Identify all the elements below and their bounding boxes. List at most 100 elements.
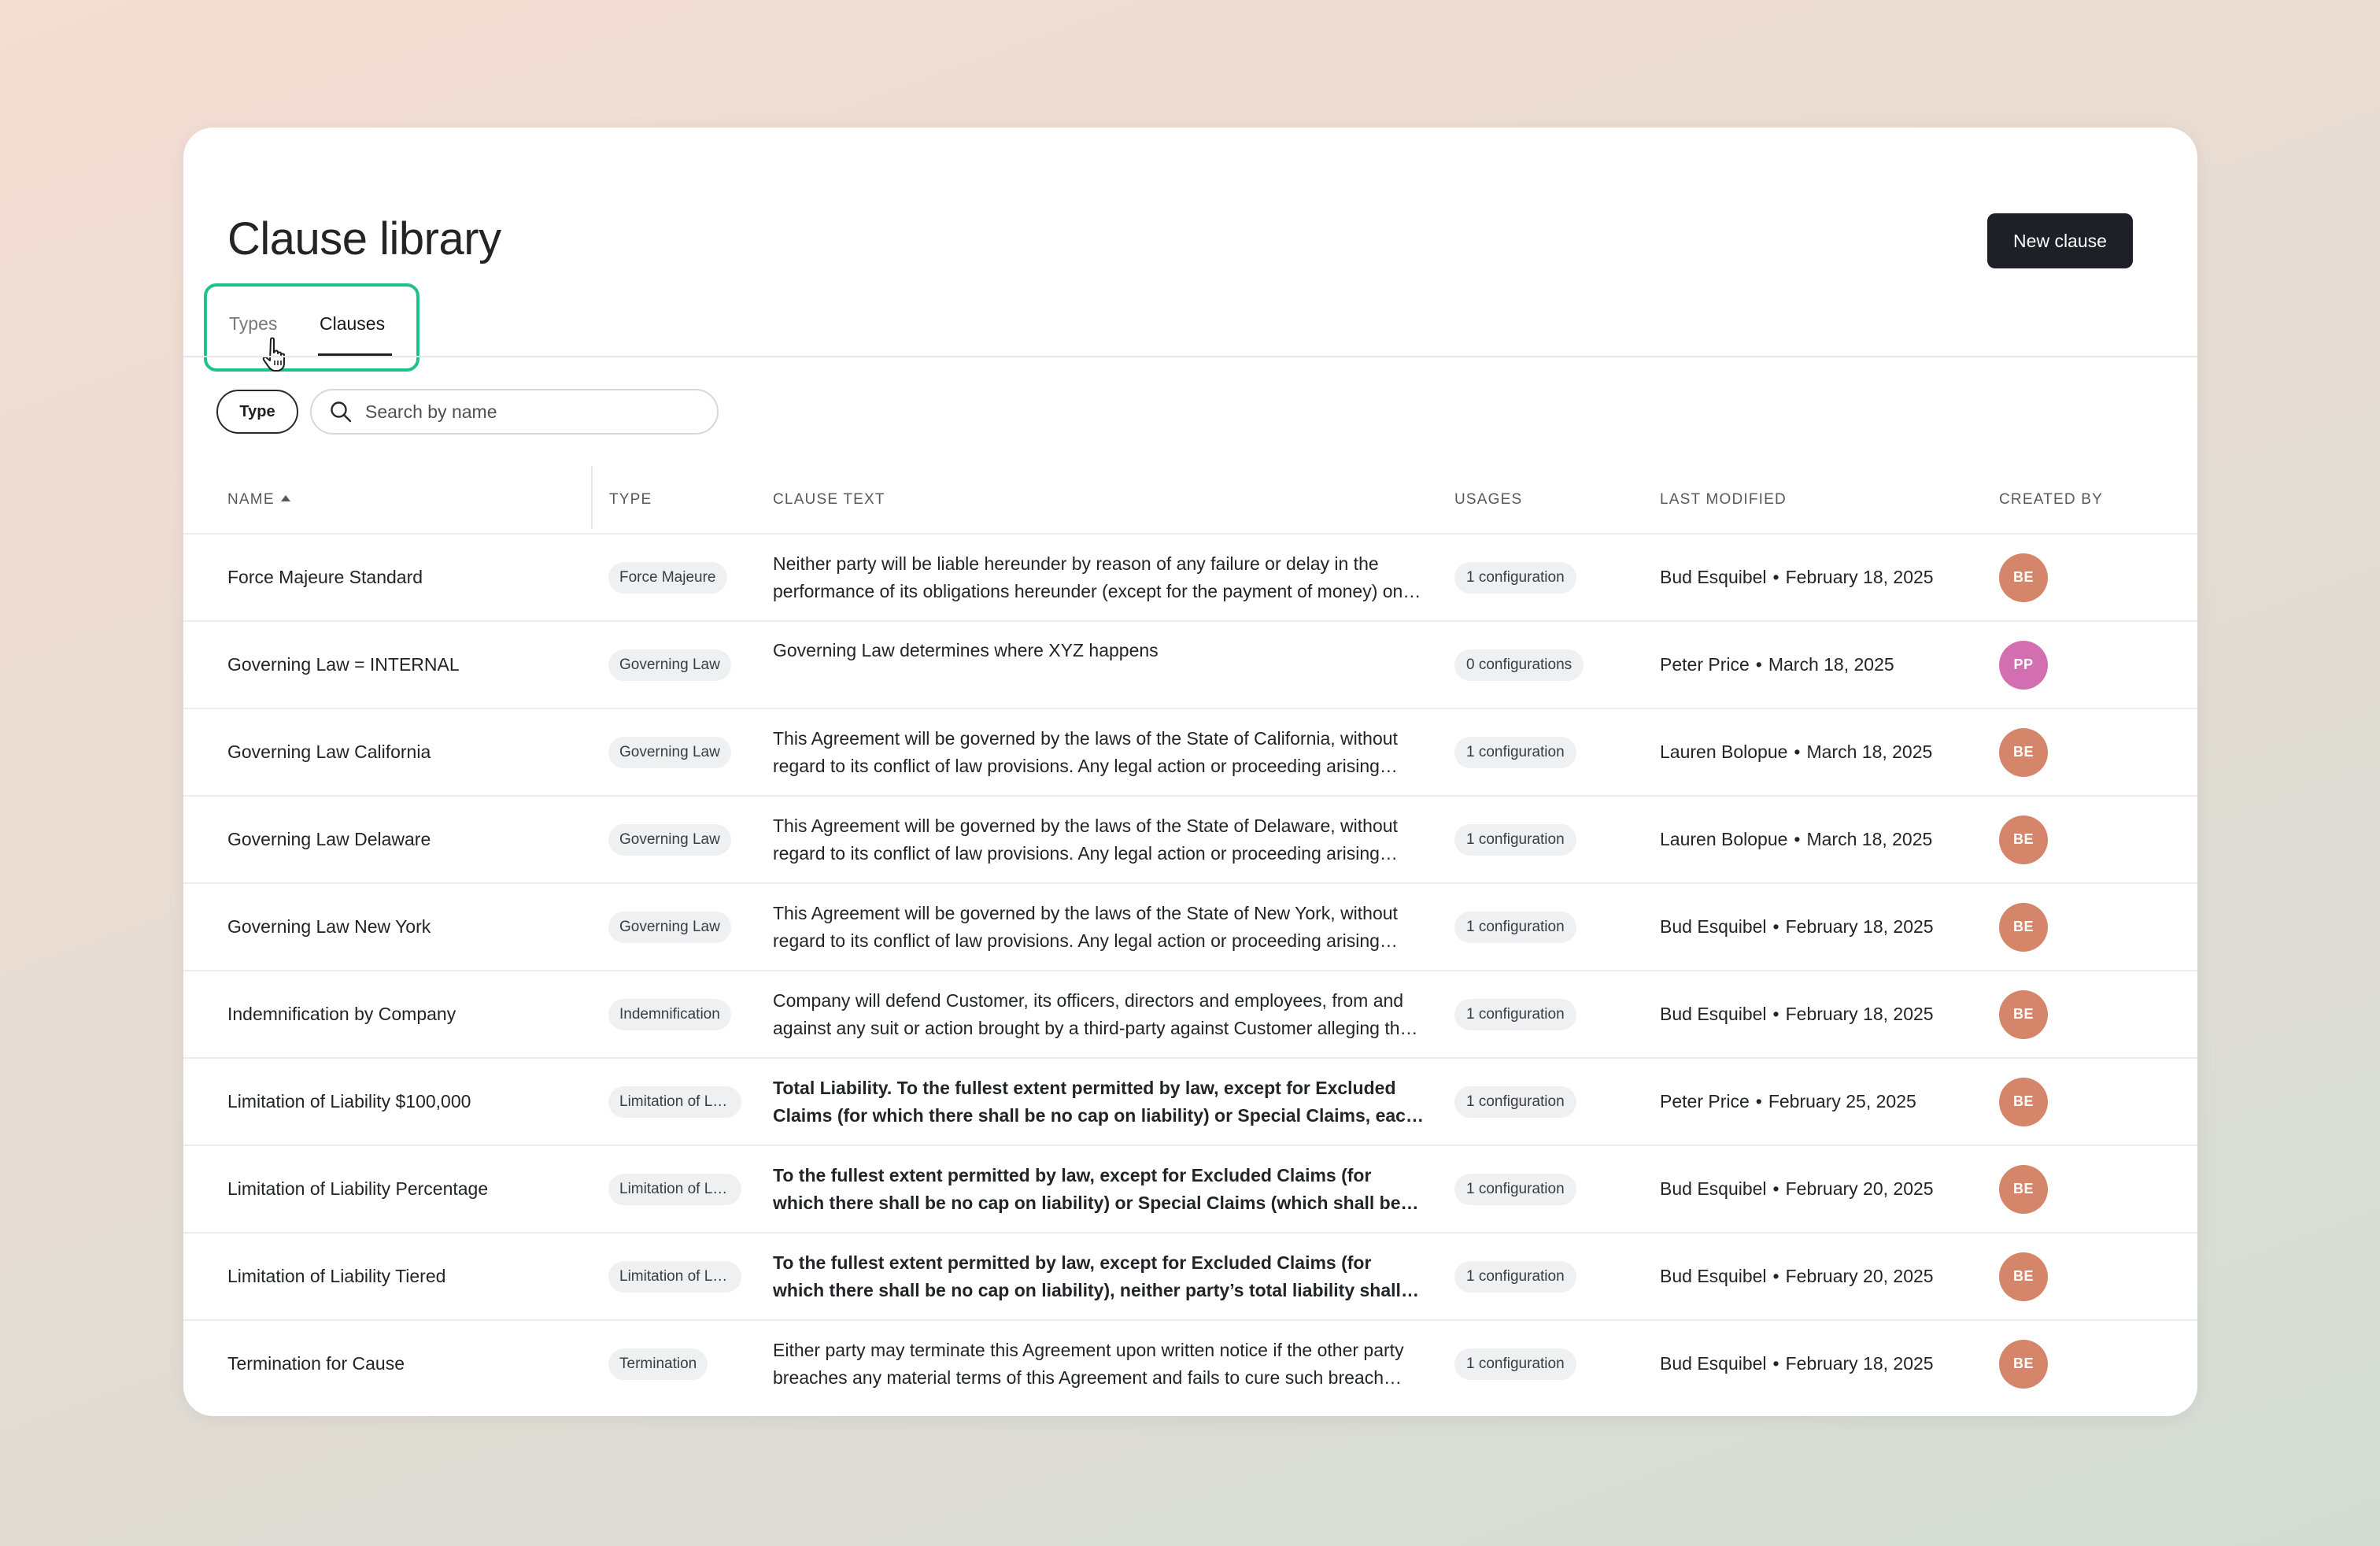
clause-name: Termination for Cause: [227, 1321, 574, 1407]
clause-name-text: Governing Law = INTERNAL: [227, 654, 460, 675]
usage-cell: 1 configuration: [1454, 1321, 1576, 1407]
modified-by: Bud Esquibel: [1660, 567, 1767, 587]
modified-by: Bud Esquibel: [1660, 1004, 1767, 1024]
table-row[interactable]: Limitation of Liability Tiered Limitatio…: [183, 1232, 2197, 1319]
table-row[interactable]: Force Majeure Standard Force Majeure Nei…: [183, 533, 2197, 620]
avatar: BE: [1999, 1252, 2048, 1301]
table-row[interactable]: Limitation of Liability $100,000 Limitat…: [183, 1057, 2197, 1145]
last-modified-cell: Lauren Bolopue • March 18, 2025: [1660, 797, 1932, 882]
separator-dot: •: [1755, 1091, 1762, 1111]
clause-type-badge: Governing Law: [608, 649, 731, 681]
column-header-type[interactable]: TYPE: [609, 491, 652, 509]
column-resize-handle[interactable]: [591, 466, 593, 529]
clause-name-text: Governing Law California: [227, 742, 431, 762]
clause-type-badge: Limitation of Liability: [608, 1086, 741, 1118]
clause-name-text: Indemnification by Company: [227, 1004, 456, 1024]
usage-badge[interactable]: 1 configuration: [1454, 736, 1576, 768]
clause-type-badge: Governing Law: [608, 823, 731, 856]
new-clause-button[interactable]: New clause: [1987, 213, 2133, 268]
clause-name: Indemnification by Company: [227, 971, 574, 1057]
usage-badge[interactable]: 1 configuration: [1454, 1086, 1576, 1118]
created-by-cell: BE: [1999, 1233, 2048, 1319]
avatar: BE: [1999, 1339, 2048, 1389]
clause-name: Governing Law Delaware: [227, 797, 574, 882]
clause-type-cell: Indemnification: [608, 971, 731, 1057]
avatar: BE: [1999, 1164, 2048, 1214]
modified-by: Bud Esquibel: [1660, 1266, 1767, 1286]
table-row[interactable]: Governing Law New York Governing Law Thi…: [183, 882, 2197, 970]
avatar: BE: [1999, 553, 2048, 602]
separator-dot: •: [1755, 654, 1762, 675]
created-by-cell: BE: [1999, 534, 2048, 620]
usage-badge[interactable]: 1 configuration: [1454, 1260, 1576, 1293]
usage-badge[interactable]: 1 configuration: [1454, 1348, 1576, 1380]
table-row[interactable]: Termination for Cause Termination Either…: [183, 1319, 2197, 1407]
usage-badge[interactable]: 1 configuration: [1454, 998, 1576, 1030]
modified-date: March 18, 2025: [1806, 829, 1933, 849]
type-filter-button[interactable]: Type: [216, 390, 298, 434]
created-by-cell: BE: [1999, 1059, 2048, 1145]
clause-name-text: Limitation of Liability Percentage: [227, 1178, 489, 1199]
clause-text-cell: Neither party will be liable hereunder b…: [773, 534, 1426, 620]
table-row[interactable]: Governing Law = INTERNAL Governing Law G…: [183, 620, 2197, 708]
clause-library-panel: Clause library New clause Types Clauses …: [183, 128, 2197, 1416]
usage-badge[interactable]: 1 configuration: [1454, 1173, 1576, 1205]
table-row[interactable]: Governing Law Delaware Governing Law Thi…: [183, 795, 2197, 882]
usage-cell: 1 configuration: [1454, 1059, 1576, 1145]
page-title: Clause library: [227, 213, 501, 264]
clause-text: Either party may terminate this Agreemen…: [773, 1339, 1404, 1388]
search-box[interactable]: [310, 389, 719, 435]
usage-badge[interactable]: 1 configuration: [1454, 823, 1576, 856]
usage-badge[interactable]: 0 configurations: [1454, 649, 1584, 681]
clause-name-text: Force Majeure Standard: [227, 567, 423, 587]
search-input[interactable]: [364, 400, 697, 423]
modified-by: Bud Esquibel: [1660, 1178, 1767, 1199]
avatar: PP: [1999, 640, 2048, 690]
clause-type-cell: Limitation of Liability: [608, 1233, 741, 1319]
clauses-table-body: Force Majeure Standard Force Majeure Nei…: [183, 533, 2197, 1407]
column-header-name-label: NAME: [227, 491, 275, 508]
last-modified-cell: Peter Price • February 25, 2025: [1660, 1059, 1916, 1145]
modified-date: March 18, 2025: [1806, 742, 1933, 762]
clause-text: To the fullest extent permitted by law, …: [773, 1164, 1401, 1213]
clause-text-cell: Company will defend Customer, its office…: [773, 971, 1426, 1057]
usage-cell: 1 configuration: [1454, 797, 1576, 882]
usage-cell: 1 configuration: [1454, 1233, 1576, 1319]
clause-name: Force Majeure Standard: [227, 534, 574, 620]
tab-types[interactable]: Types: [229, 313, 277, 335]
clause-type-badge: Limitation of Liability: [608, 1260, 741, 1293]
column-header-last-modified[interactable]: LAST MODIFIED: [1660, 491, 1787, 509]
modified-by: Lauren Bolopue: [1660, 829, 1788, 849]
clause-text-cell: This Agreement will be governed by the l…: [773, 709, 1426, 795]
clause-name: Governing Law California: [227, 709, 574, 795]
clause-text-cell: Governing Law determines where XYZ happe…: [773, 622, 1426, 708]
usage-badge[interactable]: 1 configuration: [1454, 911, 1576, 943]
clause-name: Limitation of Liability Percentage: [227, 1146, 574, 1232]
column-header-name[interactable]: NAME: [227, 491, 290, 509]
usage-cell: 1 configuration: [1454, 884, 1576, 970]
tab-clauses[interactable]: Clauses: [320, 313, 385, 335]
clause-text-cell: Total Liability. To the fullest extent p…: [773, 1059, 1426, 1145]
clause-type-cell: Governing Law: [608, 709, 731, 795]
last-modified-cell: Bud Esquibel • February 18, 2025: [1660, 1321, 1934, 1407]
column-header-clause-text[interactable]: CLAUSE TEXT: [773, 491, 885, 509]
table-row[interactable]: Indemnification by Company Indemnificati…: [183, 970, 2197, 1057]
clause-type-badge: Indemnification: [608, 998, 731, 1030]
usage-cell: 1 configuration: [1454, 971, 1576, 1057]
column-header-created-by[interactable]: CREATED BY: [1999, 491, 2103, 509]
clause-name-text: Governing Law New York: [227, 916, 431, 937]
modified-by: Peter Price: [1660, 1091, 1750, 1111]
modified-date: February 18, 2025: [1785, 567, 1934, 587]
usage-badge[interactable]: 1 configuration: [1454, 561, 1576, 594]
created-by-cell: BE: [1999, 797, 2048, 882]
created-by-cell: BE: [1999, 884, 2048, 970]
modified-date: February 20, 2025: [1785, 1178, 1934, 1199]
clause-name-text: Governing Law Delaware: [227, 829, 431, 849]
table-row[interactable]: Governing Law California Governing Law T…: [183, 708, 2197, 795]
clause-type-cell: Limitation of Liability: [608, 1146, 741, 1232]
avatar: BE: [1999, 815, 2048, 864]
table-row[interactable]: Limitation of Liability Percentage Limit…: [183, 1145, 2197, 1232]
clause-text: Neither party will be liable hereunder b…: [773, 553, 1403, 601]
last-modified-cell: Lauren Bolopue • March 18, 2025: [1660, 709, 1932, 795]
column-header-usages[interactable]: USAGES: [1454, 491, 1522, 509]
